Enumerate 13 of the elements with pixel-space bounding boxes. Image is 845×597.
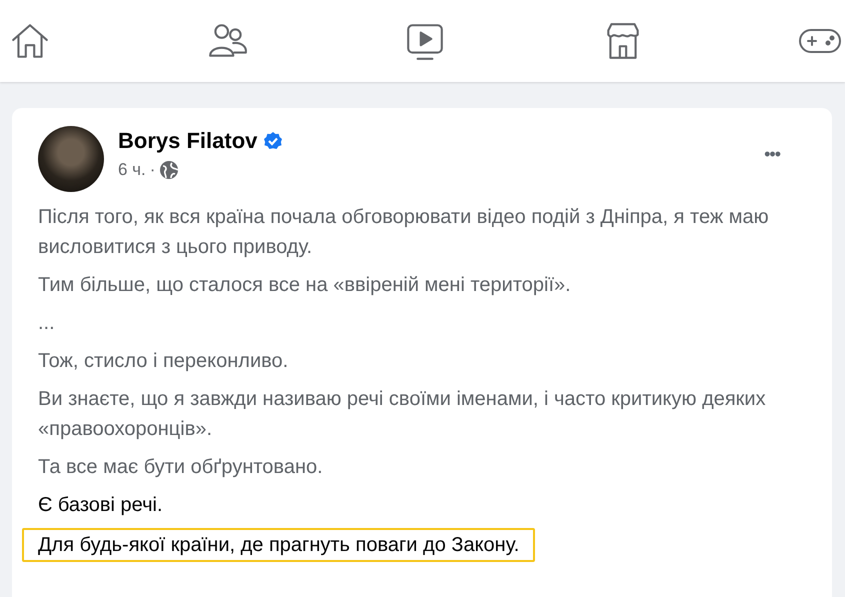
highlighted-paragraph: Для будь-якої країни, де прагнуть поваги до Закону.: [22, 528, 536, 562]
post-paragraph: Є базові речі.: [38, 493, 164, 518]
blurred-paragraph: Ви знаєте, що я завжди називаю речі своїми іменами, і часто критикую деяких «правоохоронців».: [38, 387, 767, 442]
blurred-paragraph: ...: [38, 311, 56, 336]
globe-icon: [159, 160, 180, 180]
separator-dot: ·: [150, 160, 156, 180]
more-options-button[interactable]: •••: [760, 140, 784, 169]
blurred-paragraph: Та все має бути обґрунтовано.: [38, 455, 324, 480]
post-time[interactable]: 6 ч.: [118, 160, 146, 180]
blurred-paragraph: Тим більше, що сталося все на «ввіреній мені території».: [38, 273, 572, 298]
blurred-paragraph: Після того, як вся країна почала обговорювати відео подій з Дніпра, я теж маю висловитися з цього приводу.: [38, 205, 770, 260]
blurred-paragraph: Тож, стисло і переконливо.: [38, 349, 290, 374]
author-name[interactable]: Borys Filatov: [118, 128, 258, 154]
